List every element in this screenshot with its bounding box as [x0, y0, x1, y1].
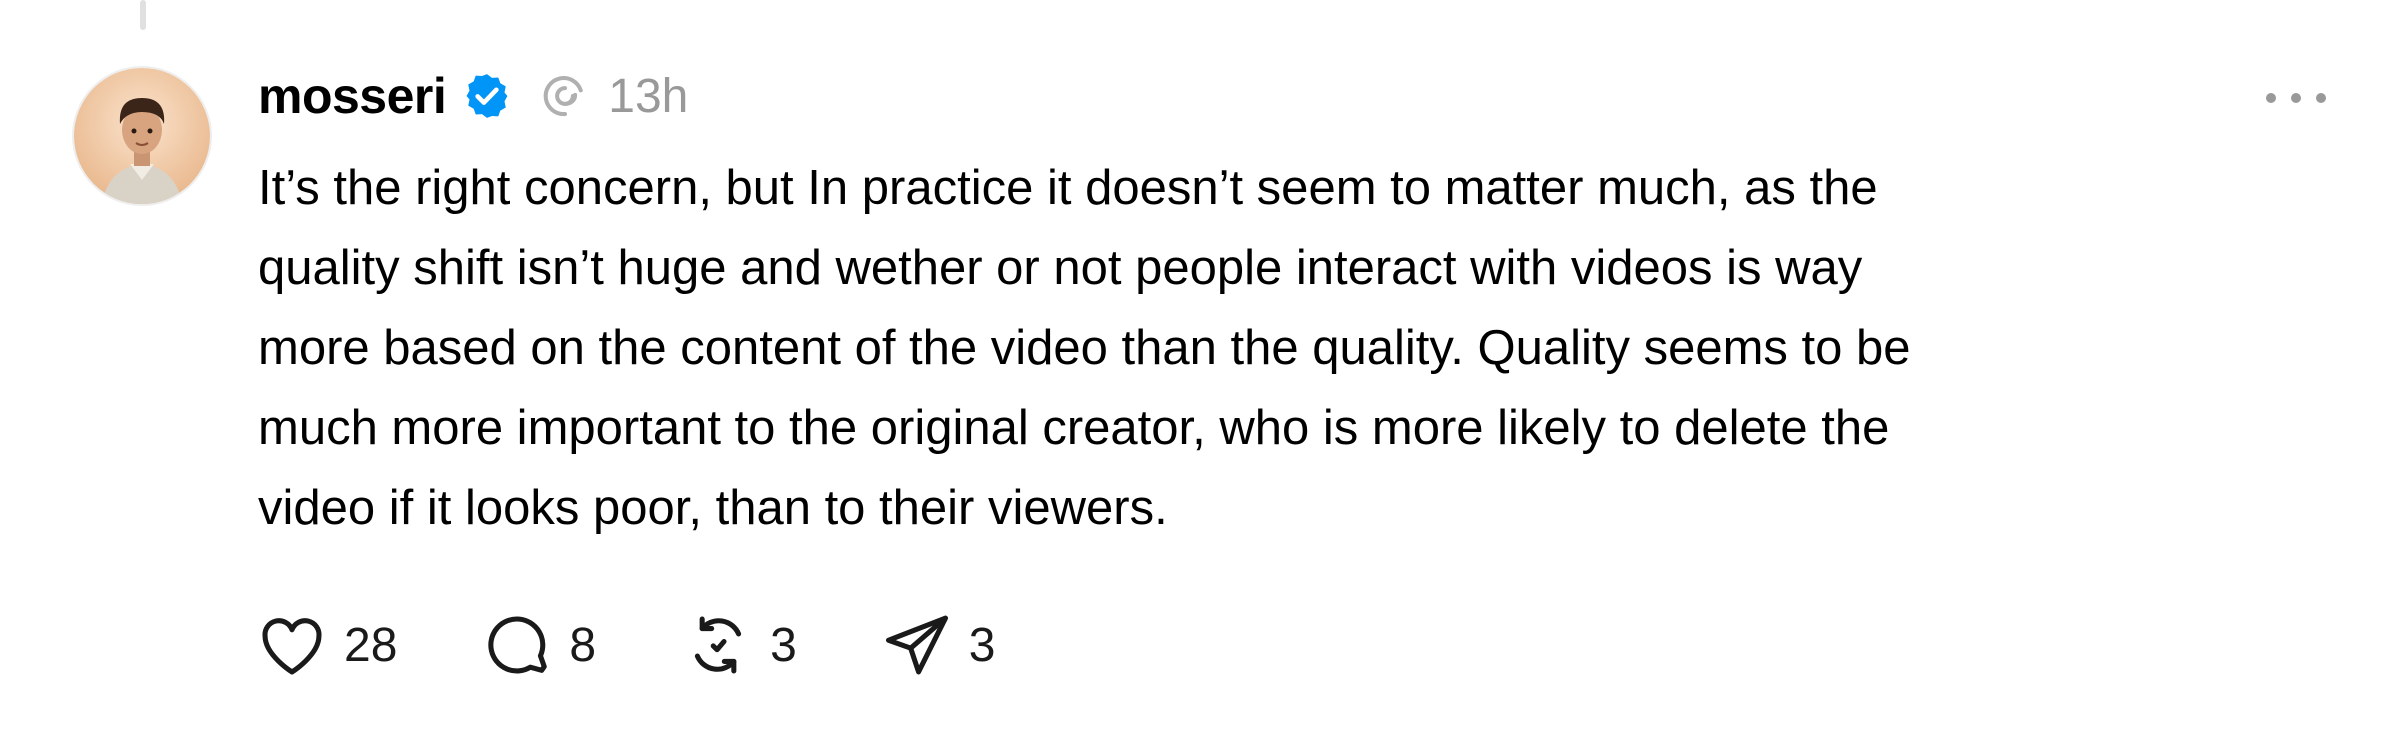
share-count: 3 [968, 618, 996, 672]
avatar[interactable] [72, 66, 212, 206]
more-dot [2266, 93, 2276, 103]
post-header: mosseri 13h [258, 62, 688, 130]
reply-count: 8 [569, 618, 597, 672]
avatar-image [74, 68, 210, 204]
post-body-line: It’s the right concern, but In practice … [258, 161, 1878, 215]
comment-bubble-icon [479, 607, 555, 683]
post-actions: 28 8 3 3 [254, 605, 996, 685]
verified-badge-icon [462, 71, 512, 121]
repost-button[interactable]: 3 [680, 607, 797, 683]
thread-post: mosseri 13h It’s the right concern, but … [0, 0, 2400, 731]
more-options-icon[interactable] [2266, 74, 2326, 122]
share-button[interactable]: 3 [879, 607, 996, 683]
like-button[interactable]: 28 [254, 607, 397, 683]
heart-icon [254, 607, 330, 683]
post-body-line: much more important to the original crea… [258, 401, 1890, 455]
username[interactable]: mosseri [258, 67, 447, 125]
threads-logo-icon [538, 69, 592, 123]
post-body-line: video if it looks poor, than to their vi… [258, 481, 1168, 535]
post-timestamp: 13h [608, 69, 689, 123]
like-count: 28 [344, 618, 398, 672]
post-body: It’s the right concern, but In practice … [258, 148, 2298, 548]
post-body-line: quality shift isn’t huge and wether or n… [258, 241, 1863, 295]
send-icon [879, 607, 955, 683]
more-dot [2316, 93, 2326, 103]
reply-button[interactable]: 8 [479, 607, 596, 683]
repost-icon [680, 607, 756, 683]
repost-count: 3 [770, 618, 797, 672]
more-dot [2291, 93, 2301, 103]
post-body-line: more based on the content of the video t… [258, 321, 1911, 375]
